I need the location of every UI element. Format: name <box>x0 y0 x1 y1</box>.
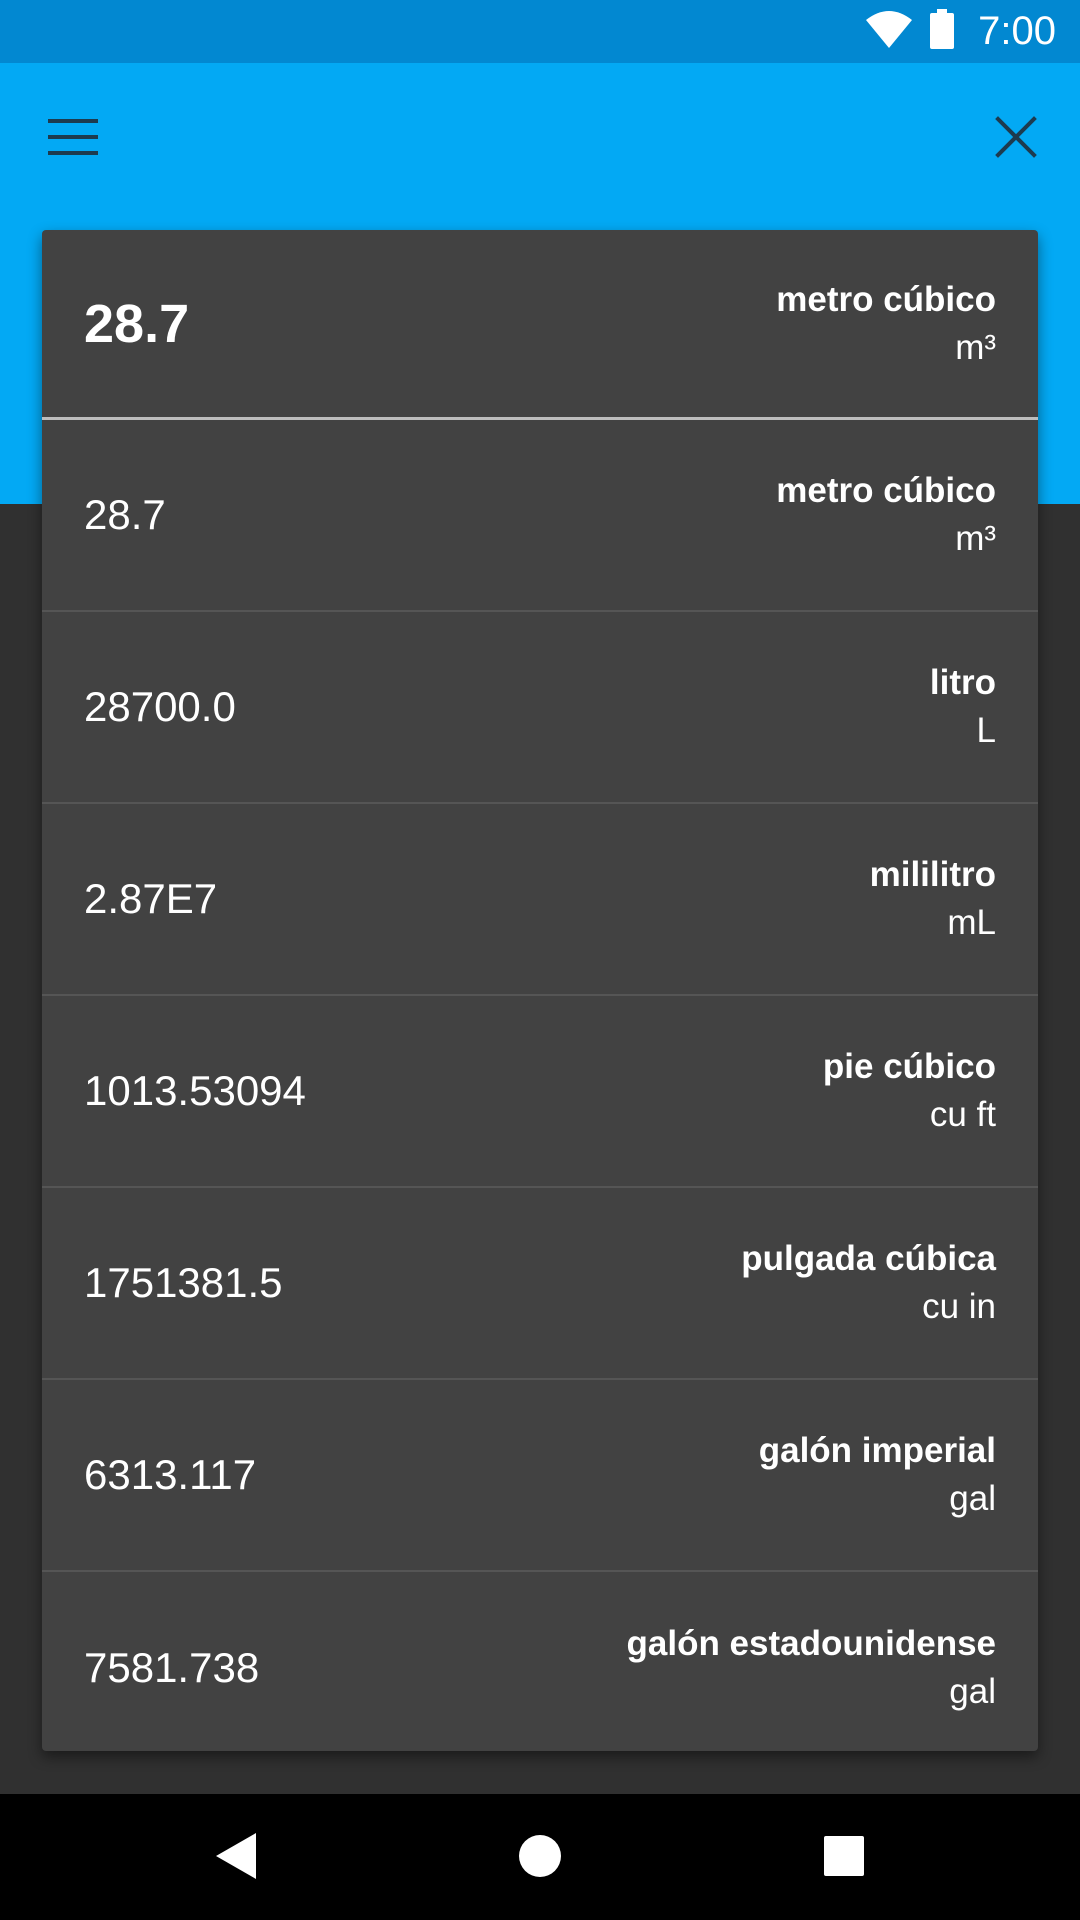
home-button[interactable] <box>500 1818 580 1898</box>
result-unit-symbol: mL <box>947 903 996 942</box>
result-value: 1013.53094 <box>84 1067 306 1114</box>
result-value: 7581.738 <box>84 1644 260 1691</box>
status-time: 7:00 <box>978 9 1056 53</box>
input-row[interactable]: 28.7 metro cúbico m³ <box>42 230 1038 420</box>
back-icon <box>216 1832 256 1884</box>
input-value[interactable]: 28.7 <box>84 293 189 355</box>
conversion-card: 28.7 metro cúbico m³ 28.7 metro cúbico m… <box>42 230 1038 1751</box>
navigation-bar <box>0 1794 1080 1920</box>
wifi-icon <box>866 10 913 53</box>
result-unit: litro L <box>930 663 996 751</box>
result-unit-name: metro cúbico <box>776 471 996 510</box>
close-button[interactable] <box>988 111 1044 167</box>
result-row[interactable]: 6313.117 galón imperial gal <box>42 1380 1038 1572</box>
result-unit: galón imperial gal <box>759 1431 996 1519</box>
result-unit-name: pulgada cúbica <box>741 1239 996 1278</box>
result-row[interactable]: 28700.0 litro L <box>42 612 1038 804</box>
result-unit-name: mililitro <box>869 855 996 894</box>
result-unit-symbol: cu ft <box>929 1095 996 1134</box>
recents-icon <box>824 1835 864 1881</box>
result-value: 2.87E7 <box>84 875 218 922</box>
recents-button[interactable] <box>804 1818 884 1898</box>
result-unit: galón estadounidense gal <box>627 1624 997 1712</box>
result-unit-name: galón estadounidense <box>626 1624 997 1663</box>
battery-icon <box>930 9 955 54</box>
result-row[interactable]: 7581.738 galón estadounidense gal <box>42 1572 1038 1751</box>
result-row[interactable]: 1013.53094 pie cúbico cu ft <box>42 996 1038 1188</box>
close-icon <box>995 115 1037 163</box>
menu-icon <box>48 118 98 160</box>
menu-button[interactable] <box>40 111 106 167</box>
result-unit: pulgada cúbica cu in <box>741 1239 996 1327</box>
home-icon <box>518 1834 562 1883</box>
result-unit-name: galón imperial <box>758 1431 996 1470</box>
input-unit-symbol: m³ <box>955 327 996 367</box>
status-bar: 7:00 <box>0 0 1080 63</box>
back-button[interactable] <box>196 1818 276 1898</box>
result-unit-symbol: m³ <box>955 519 996 558</box>
result-unit-symbol: gal <box>949 1672 996 1711</box>
result-value: 28700.0 <box>84 683 236 730</box>
input-unit[interactable]: metro cúbico m³ <box>776 280 996 368</box>
result-unit-name: litro <box>929 663 996 702</box>
result-unit-symbol: cu in <box>922 1287 996 1326</box>
result-row[interactable]: 1751381.5 pulgada cúbica cu in <box>42 1188 1038 1380</box>
result-row[interactable]: 2.87E7 mililitro mL <box>42 804 1038 996</box>
status-icons: 7:00 <box>866 9 1056 54</box>
result-value: 6313.117 <box>84 1451 257 1498</box>
result-value: 1751381.5 <box>84 1259 283 1306</box>
result-unit-symbol: gal <box>949 1479 996 1518</box>
result-unit: pie cúbico cu ft <box>823 1047 996 1135</box>
result-value: 28.7 <box>84 491 166 538</box>
result-unit: mililitro mL <box>870 855 996 943</box>
result-unit-name: pie cúbico <box>822 1047 996 1086</box>
input-unit-name: metro cúbico <box>776 279 996 319</box>
result-unit-symbol: L <box>976 711 996 750</box>
result-row[interactable]: 28.7 metro cúbico m³ <box>42 420 1038 612</box>
result-unit: metro cúbico m³ <box>776 471 996 559</box>
